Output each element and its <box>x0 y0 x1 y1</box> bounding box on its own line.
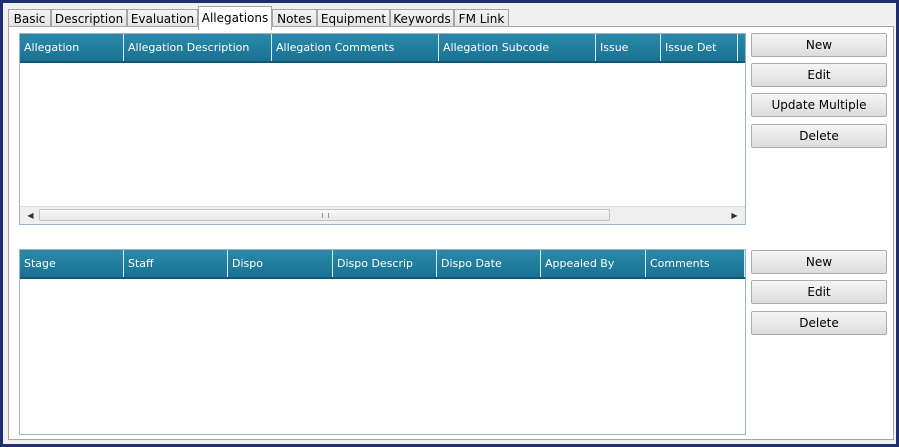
column-header-allegation-subcode[interactable]: Allegation Subcode <box>439 34 596 61</box>
disposition-delete-button[interactable]: Delete <box>751 311 887 335</box>
scroll-right-arrow-icon[interactable]: ▶ <box>726 207 743 224</box>
allegations-panel: Allegation Allegation Description Allega… <box>8 26 894 440</box>
dispositions-grid-header: Stage Staff Dispo Dispo Descrip Dispo Da… <box>20 250 745 279</box>
column-header-appealed-by[interactable]: Appealed By <box>541 250 646 277</box>
column-header-allegation-description[interactable]: Allegation Description <box>124 34 272 61</box>
horizontal-scrollbar[interactable]: ◀ ▶ <box>20 206 745 224</box>
disposition-new-button[interactable]: New <box>751 250 887 274</box>
allegation-delete-button[interactable]: Delete <box>751 124 887 148</box>
scroll-left-arrow-icon[interactable]: ◀ <box>22 207 39 224</box>
column-header-staff[interactable]: Staff <box>124 250 228 277</box>
dispositions-grid[interactable]: Stage Staff Dispo Dispo Descrip Dispo Da… <box>19 249 746 435</box>
column-header-dispo-date[interactable]: Dispo Date <box>437 250 541 277</box>
tab-allegations[interactable]: Allegations <box>198 6 272 30</box>
column-header-issue-det[interactable]: Issue Det <box>661 34 738 61</box>
scrollbar-thumb[interactable] <box>39 209 610 221</box>
window-frame: Basic Description Evaluation Allegations… <box>3 3 896 444</box>
allegations-grid-header: Allegation Allegation Description Allega… <box>20 34 745 63</box>
allegations-grid[interactable]: Allegation Allegation Description Allega… <box>19 33 746 225</box>
column-header-allegation-comments[interactable]: Allegation Comments <box>272 34 439 61</box>
disposition-edit-button[interactable]: Edit <box>751 280 887 304</box>
column-header-stage[interactable]: Stage <box>20 250 124 277</box>
column-header-issue[interactable]: Issue <box>596 34 661 61</box>
column-header-dispo-descrip[interactable]: Dispo Descrip <box>333 250 437 277</box>
column-header-comments[interactable]: Comments <box>646 250 745 277</box>
column-header-dispo[interactable]: Dispo <box>228 250 333 277</box>
column-header-allegation[interactable]: Allegation <box>20 34 124 61</box>
allegation-edit-button[interactable]: Edit <box>751 63 887 87</box>
allegation-new-button[interactable]: New <box>751 33 887 57</box>
update-multiple-button[interactable]: Update Multiple <box>751 93 887 117</box>
scrollbar-grip-icon <box>322 213 329 218</box>
